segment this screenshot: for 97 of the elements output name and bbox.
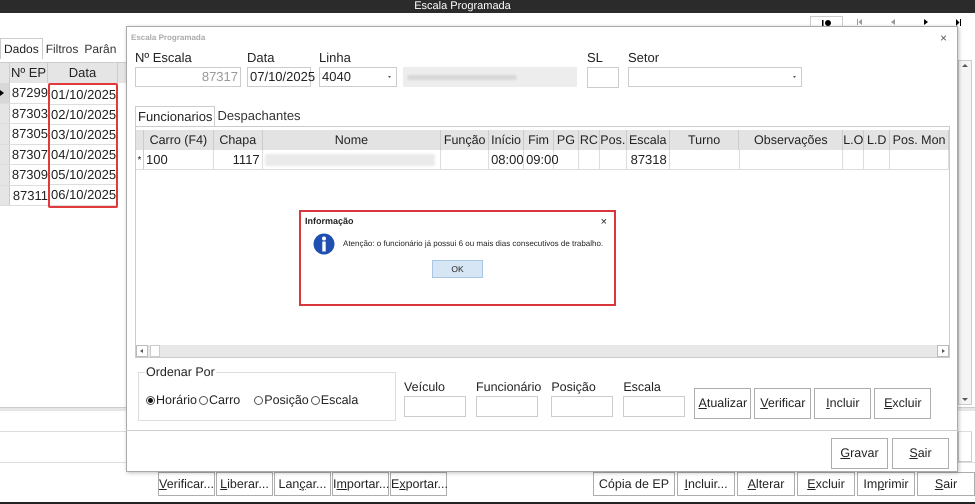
table-cell: 08:00 <box>489 150 524 169</box>
column-header: L.O <box>843 130 864 150</box>
radio-button[interactable]: Escala <box>310 391 358 410</box>
column-header: Data <box>48 63 118 83</box>
message-text: Atenção: o funcionário já possui 6 ou mais dias consecutivos de trabalho. <box>343 238 604 250</box>
field-label: Linha <box>319 49 352 67</box>
text-field[interactable] <box>476 396 538 417</box>
field-label: Veículo <box>404 379 446 396</box>
push-button[interactable]: Exportar... <box>390 472 447 496</box>
column-header: Observações <box>739 130 844 150</box>
column-header: Escala <box>626 130 670 150</box>
scroll-left-icon <box>136 345 148 357</box>
table-cell: 100 <box>144 150 214 169</box>
group-title: Ordenar Por <box>145 365 216 379</box>
table-cell-text: 87305 <box>10 125 48 143</box>
field-label: Posição <box>551 379 597 396</box>
column-header: Chapa <box>214 130 263 150</box>
scroll-right-icon <box>937 345 949 357</box>
table-cell-text: 87311 <box>12 186 48 204</box>
column-header: Carro (F4) <box>144 130 214 150</box>
push-button[interactable]: Imprimir <box>857 472 915 496</box>
table-cell: 02/10/2025 <box>50 105 116 126</box>
push-button[interactable]: Verificar <box>754 388 812 419</box>
push-button[interactable]: Lançar... <box>274 472 331 496</box>
push-button[interactable]: Cópia de EP <box>593 472 675 496</box>
text-field[interactable] <box>551 396 614 417</box>
current-row-icon <box>0 90 4 96</box>
last-icon <box>956 18 961 26</box>
ok-button[interactable]: OK <box>432 260 483 278</box>
table-cell: 03/10/2025 <box>50 125 116 146</box>
table-cell-text: 87307 <box>10 146 48 164</box>
push-button[interactable]: Excluir <box>797 472 855 496</box>
column-header: PG <box>554 130 579 150</box>
column-header: Turno <box>670 130 740 150</box>
column-header: Pos. Mon <box>890 130 949 150</box>
push-button[interactable]: Excluir <box>874 388 932 419</box>
scroll-thumb[interactable] <box>150 345 160 357</box>
field-label: Nº Escala <box>135 49 193 67</box>
table-cell: 87318 <box>626 150 670 169</box>
table-cell: 01/10/2025 <box>50 85 116 106</box>
tab[interactable]: Dados <box>0 38 43 59</box>
record-icon <box>822 20 832 26</box>
tab[interactable]: Funcionarios <box>135 106 216 126</box>
tab[interactable]: Parân <box>81 38 120 59</box>
text-field[interactable] <box>587 67 619 88</box>
field-label: SL <box>587 49 604 67</box>
push-button[interactable]: Liberar... <box>216 472 273 496</box>
table-cell-text: 87303 <box>10 104 48 122</box>
push-button[interactable]: Incluir <box>814 388 872 419</box>
combo-box[interactable]: 4040 <box>319 67 397 87</box>
column-header: L.D <box>864 130 890 150</box>
horizontal-scrollbar[interactable] <box>136 345 949 357</box>
previous-icon <box>890 19 894 25</box>
row-selector[interactable] <box>0 83 10 102</box>
combo-value: 4040 <box>322 68 351 86</box>
message-title: Informação <box>305 215 354 228</box>
push-button[interactable]: Verificar... <box>158 472 215 496</box>
field-label: Data <box>247 49 276 67</box>
column-header: Pos. <box>600 130 627 150</box>
window-title: Escala Programada <box>414 0 511 13</box>
text-field[interactable] <box>623 396 686 417</box>
radio-button[interactable]: Carro <box>199 391 240 410</box>
info-icon <box>313 233 335 255</box>
first-icon <box>857 19 862 25</box>
dialog-title: Escala Programada <box>131 32 206 44</box>
table-cell: 06/10/2025 <box>50 185 116 206</box>
field-label: Escala <box>623 379 662 396</box>
table-cell-text: 87309 <box>10 166 48 184</box>
field-label: Setor <box>628 49 660 67</box>
scrollbar[interactable] <box>958 60 972 405</box>
close-button[interactable]: × <box>940 29 947 47</box>
table-cell: 05/10/2025 <box>50 165 116 186</box>
tab[interactable]: Despachantes <box>215 106 303 126</box>
close-button[interactable]: × <box>600 216 607 228</box>
tab[interactable]: Filtros <box>42 38 82 59</box>
table-cell-text: 87299 <box>10 84 48 102</box>
combo-box[interactable] <box>628 67 802 87</box>
column-header: RC <box>578 130 600 150</box>
push-button[interactable]: Gravar <box>831 438 888 469</box>
push-button[interactable]: Sair <box>892 438 949 469</box>
column-header: Nº EP <box>10 63 48 83</box>
radio-button[interactable]: Posição <box>254 391 309 410</box>
table-cell: 04/10/2025 <box>50 145 116 166</box>
push-button[interactable]: Alterar <box>737 472 795 496</box>
field-label: Funcionário <box>476 379 542 396</box>
text-field[interactable] <box>404 396 466 417</box>
push-button[interactable]: Sair <box>917 472 975 496</box>
column-header: Função <box>441 130 490 150</box>
push-button[interactable]: Incluir... <box>677 472 735 496</box>
push-button[interactable]: Atualizar <box>694 388 752 419</box>
table-cell: 1117 <box>214 150 263 169</box>
push-button[interactable]: Importar... <box>332 472 389 496</box>
column-header: Fim <box>524 130 554 150</box>
column-header: Nome <box>262 130 442 150</box>
radio-button[interactable]: Horário <box>146 391 197 410</box>
next-icon <box>924 19 928 25</box>
column-header: Início <box>489 130 524 150</box>
